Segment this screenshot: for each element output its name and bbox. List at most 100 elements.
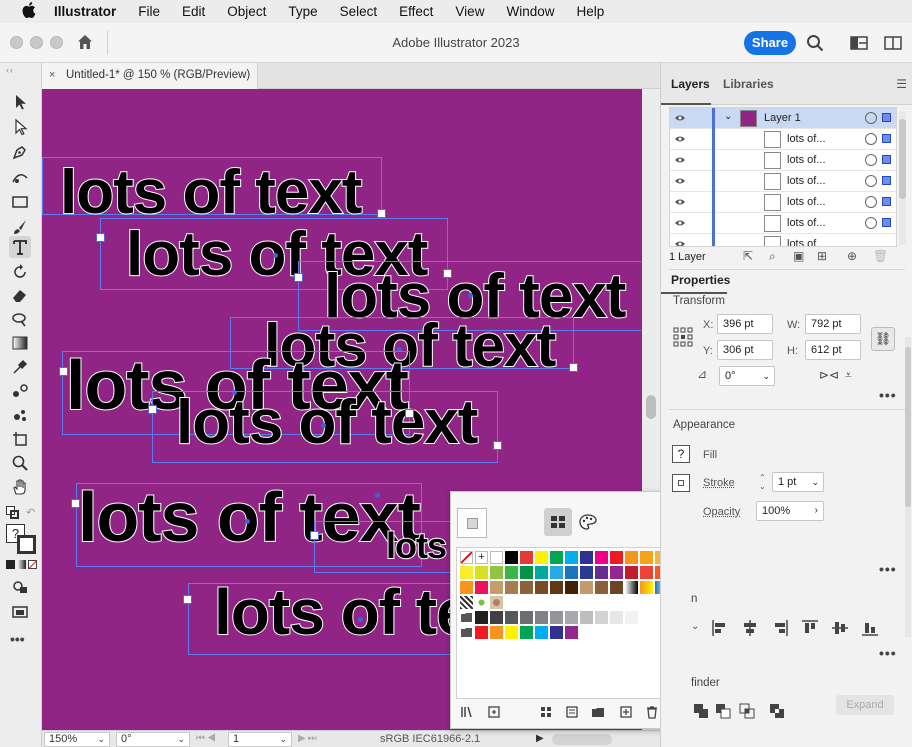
type-tool[interactable] — [9, 236, 31, 258]
color-swatch[interactable] — [595, 581, 608, 594]
constrain-proportions-button[interactable]: ⛓ — [871, 327, 895, 351]
menu-select[interactable]: Select — [340, 4, 378, 19]
resize-handle[interactable] — [96, 233, 105, 242]
resize-handle[interactable] — [405, 409, 414, 418]
color-swatch[interactable] — [595, 551, 608, 564]
align-bottom-icon[interactable] — [861, 619, 879, 637]
curvature-tool[interactable] — [9, 166, 31, 188]
selection-indicator-icon[interactable] — [882, 176, 891, 185]
menu-illustrator[interactable]: Illustrator — [54, 4, 116, 19]
opacity-label[interactable]: Opacity — [703, 506, 740, 518]
color-swatch[interactable] — [520, 611, 533, 624]
visibility-eye-icon[interactable] — [674, 218, 686, 228]
target-icon[interactable] — [865, 112, 877, 124]
color-swatch[interactable] — [505, 626, 518, 639]
color-swatch[interactable] — [610, 551, 623, 564]
color-swatch[interactable] — [520, 581, 533, 594]
resize-handle[interactable] — [310, 531, 319, 540]
trash-icon[interactable] — [645, 705, 659, 719]
menu-effect[interactable]: Effect — [399, 4, 433, 19]
selection-indicator-icon[interactable] — [882, 197, 891, 206]
zoom-field[interactable]: 150% ⌄ — [44, 732, 110, 747]
layer-item-row[interactable]: lots of... — [670, 129, 896, 150]
gradient-swatch[interactable] — [625, 581, 638, 594]
apple-icon[interactable] — [20, 1, 38, 22]
color-swatch[interactable] — [580, 611, 593, 624]
layer-row[interactable]: ⌄ Layer 1 — [670, 108, 896, 129]
swatch-options-icon[interactable] — [565, 705, 579, 719]
default-fill-stroke-icon[interactable] — [6, 506, 20, 520]
color-swatch[interactable] — [490, 581, 503, 594]
new-sublayer-icon[interactable]: ⊞ — [817, 249, 827, 263]
x-input[interactable]: 396 pt — [717, 314, 773, 334]
screen-mode-tool[interactable] — [9, 601, 31, 623]
visibility-eye-icon[interactable] — [674, 155, 686, 165]
color-swatch[interactable] — [565, 611, 578, 624]
color-swatch[interactable] — [520, 566, 533, 579]
target-icon[interactable] — [865, 196, 877, 208]
color-swatch[interactable] — [535, 566, 548, 579]
gradient-mode-icon[interactable] — [17, 560, 26, 569]
new-swatch-icon[interactable] — [619, 705, 633, 719]
color-swatch[interactable] — [535, 551, 548, 564]
color-swatch[interactable] — [460, 566, 473, 579]
menu-object[interactable]: Object — [227, 4, 266, 19]
menu-type[interactable]: Type — [288, 4, 317, 19]
selection-indicator-icon[interactable] — [882, 113, 891, 122]
color-swatch[interactable] — [475, 566, 488, 579]
color-swatch[interactable] — [565, 551, 578, 564]
resize-handle[interactable] — [443, 269, 452, 278]
horizontal-scroll-thumb[interactable] — [552, 734, 612, 745]
color-swatch[interactable] — [505, 566, 518, 579]
text-object[interactable]: lots of text — [175, 387, 479, 458]
swatch-libraries-icon[interactable] — [461, 705, 475, 719]
resize-handle[interactable] — [71, 499, 80, 508]
color-swatch[interactable] — [460, 581, 473, 594]
resize-handle[interactable] — [377, 209, 386, 218]
toolbar-collapse-icon[interactable]: ‹‹ — [6, 65, 14, 75]
intersect-icon[interactable] — [739, 703, 755, 719]
resize-handle[interactable] — [59, 367, 68, 376]
target-icon[interactable] — [865, 154, 877, 166]
menu-view[interactable]: View — [455, 4, 484, 19]
document-tab[interactable]: × Untitled-1* @ 150 % (RGB/Preview) — [42, 63, 258, 89]
resize-handle[interactable] — [569, 363, 578, 372]
w-input[interactable]: 792 pt — [805, 314, 861, 334]
stepper-icon[interactable]: ⌃ ⌄ — [759, 473, 766, 491]
color-swatch[interactable] — [565, 581, 578, 594]
color-swatch[interactable] — [625, 611, 638, 624]
layer-item-row[interactable]: lots of... — [670, 150, 896, 171]
visibility-eye-icon[interactable] — [674, 176, 686, 186]
panel-menu-icon[interactable]: ☰ — [896, 77, 907, 91]
visibility-eye-icon[interactable] — [674, 197, 686, 207]
visibility-eye-icon[interactable] — [674, 239, 686, 247]
color-swatch[interactable] — [580, 581, 593, 594]
y-input[interactable]: 306 pt — [717, 340, 773, 360]
new-layer-icon[interactable]: ⊕ — [847, 249, 857, 263]
color-swatch[interactable] — [625, 551, 638, 564]
color-mode-icon[interactable] — [6, 560, 15, 569]
selection-indicator-icon[interactable] — [882, 155, 891, 164]
artboard-field[interactable]: 1 ⌄ — [228, 732, 292, 747]
draw-mode-tool[interactable] — [9, 576, 31, 598]
share-button[interactable]: Share — [744, 31, 796, 55]
layer-item-row[interactable]: lots of... — [670, 213, 896, 234]
resize-handle[interactable] — [294, 273, 303, 282]
rotation-field[interactable]: 0° ⌄ — [116, 732, 190, 747]
none-mode-icon[interactable] — [28, 560, 37, 569]
show-kinds-icon[interactable] — [539, 705, 553, 719]
color-swatch[interactable] — [535, 626, 548, 639]
arrange-documents-icon[interactable] — [884, 34, 902, 52]
swap-fill-stroke-icon[interactable]: ↶ — [26, 506, 35, 519]
color-swatch[interactable] — [490, 626, 503, 639]
tab-layers[interactable]: Layers — [671, 77, 710, 91]
color-swatch[interactable] — [535, 611, 548, 624]
target-icon[interactable] — [865, 217, 877, 229]
color-swatch[interactable] — [550, 626, 563, 639]
color-swatch[interactable] — [610, 566, 623, 579]
clipping-mask-icon[interactable]: ▣ — [793, 249, 804, 263]
selection-indicator-icon[interactable] — [882, 134, 891, 143]
layers-scrollbar[interactable] — [899, 111, 906, 245]
align-top-icon[interactable] — [801, 619, 819, 637]
close-tab-icon[interactable]: × — [49, 69, 55, 81]
